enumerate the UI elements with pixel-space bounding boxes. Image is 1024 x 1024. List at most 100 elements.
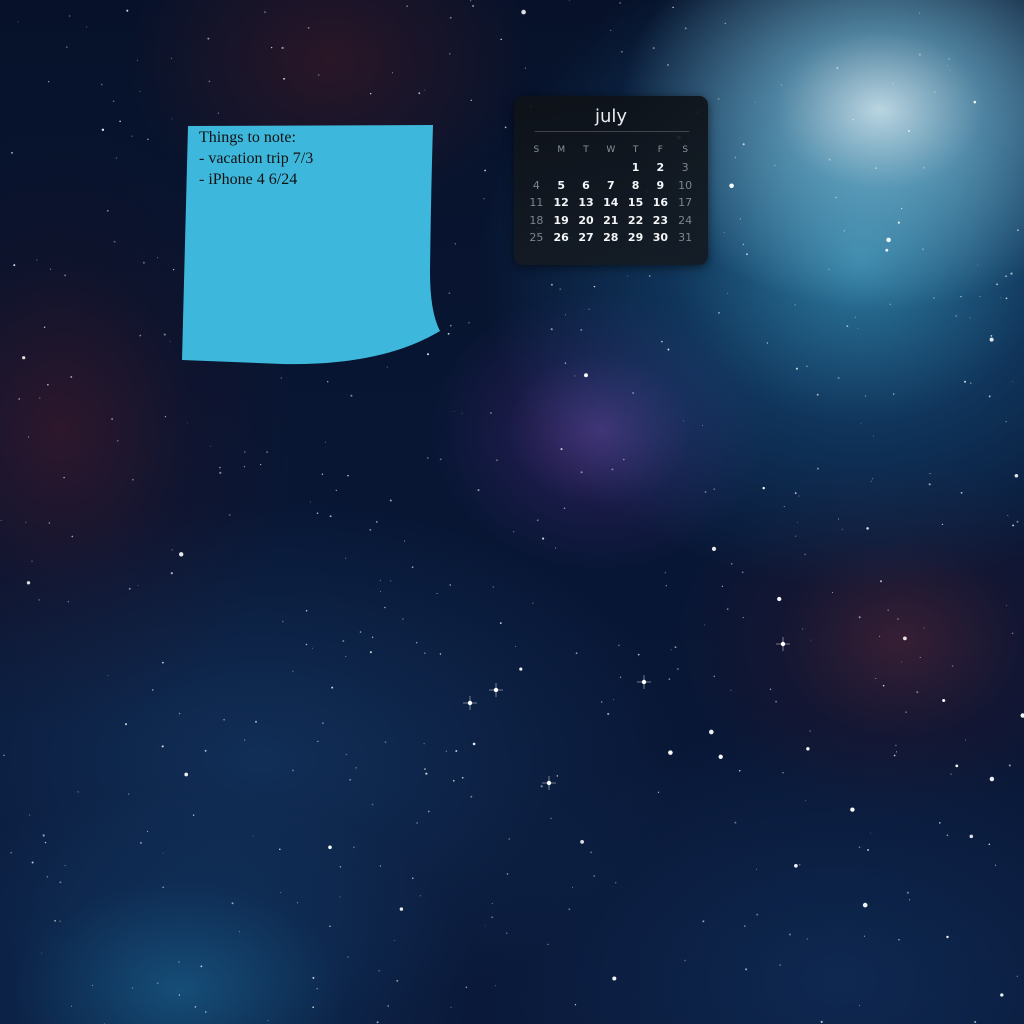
star xyxy=(281,620,284,623)
star xyxy=(756,913,759,916)
star xyxy=(424,89,426,91)
star xyxy=(886,237,891,243)
star xyxy=(350,394,353,397)
star xyxy=(887,609,890,612)
calendar-day: 25 xyxy=(529,230,544,244)
star xyxy=(832,592,834,593)
star xyxy=(492,586,494,588)
calendar-day: 22 xyxy=(627,213,644,227)
star xyxy=(100,83,103,86)
star xyxy=(449,584,451,586)
star xyxy=(252,835,254,837)
star xyxy=(163,333,166,336)
star xyxy=(780,84,783,86)
star xyxy=(672,6,674,9)
star xyxy=(70,375,73,378)
star xyxy=(593,285,596,288)
calendar-widget[interactable]: july S M T W T F S 1 2 3 4 5 6 7 8 9 10 … xyxy=(514,96,708,265)
star xyxy=(329,925,331,927)
star xyxy=(612,976,617,981)
star xyxy=(513,531,515,533)
star xyxy=(893,754,896,757)
star xyxy=(335,489,337,491)
star xyxy=(850,807,855,812)
star xyxy=(378,970,380,972)
star xyxy=(979,296,981,298)
star xyxy=(873,435,874,437)
star xyxy=(65,46,68,48)
star xyxy=(311,647,313,649)
star xyxy=(124,723,128,726)
star xyxy=(345,656,347,658)
star xyxy=(192,814,195,817)
star xyxy=(470,0,472,2)
star xyxy=(783,506,785,507)
star xyxy=(452,779,455,782)
star xyxy=(64,865,66,867)
star xyxy=(754,101,756,103)
star xyxy=(219,466,221,469)
star xyxy=(796,521,798,524)
star xyxy=(746,253,748,256)
star xyxy=(942,698,946,703)
star xyxy=(866,527,869,530)
star xyxy=(450,324,452,327)
star xyxy=(327,381,329,383)
star xyxy=(769,688,772,690)
calendar-day: 12 xyxy=(553,196,569,210)
star xyxy=(574,1004,577,1006)
star xyxy=(292,769,294,772)
star xyxy=(137,585,139,587)
star xyxy=(835,196,837,199)
star xyxy=(47,383,49,386)
star xyxy=(204,749,207,752)
star xyxy=(506,932,508,934)
star xyxy=(162,661,164,664)
star xyxy=(411,566,414,568)
star xyxy=(386,366,388,368)
star xyxy=(806,747,810,751)
star xyxy=(1017,229,1019,231)
desktop[interactable]: Things to note: - vacation trip 7/3 - iP… xyxy=(0,0,1024,1024)
star xyxy=(738,769,741,772)
star xyxy=(611,468,614,471)
sparkle-star xyxy=(776,637,790,651)
star xyxy=(267,1019,269,1021)
star xyxy=(742,616,744,619)
star xyxy=(164,415,167,418)
star xyxy=(948,58,950,60)
star xyxy=(28,814,31,816)
sticky-note-text[interactable]: Things to note: - vacation trip 7/3 - iP… xyxy=(199,127,429,190)
calendar-day: 8 xyxy=(631,178,640,192)
star xyxy=(906,891,909,894)
sticky-note-widget[interactable]: Things to note: - vacation trip 7/3 - iP… xyxy=(182,122,442,366)
star xyxy=(867,849,870,851)
star xyxy=(892,82,894,84)
star xyxy=(974,1020,977,1024)
star xyxy=(477,489,480,492)
star xyxy=(950,773,952,775)
star xyxy=(1014,473,1019,478)
star xyxy=(684,959,686,962)
star xyxy=(702,920,705,923)
star xyxy=(1016,975,1018,977)
star xyxy=(329,515,332,518)
star xyxy=(204,1011,207,1013)
star xyxy=(580,840,584,844)
star xyxy=(280,891,282,894)
star xyxy=(918,12,921,14)
star xyxy=(718,312,720,314)
star xyxy=(846,325,849,327)
star xyxy=(423,743,425,745)
star xyxy=(1010,272,1013,275)
star xyxy=(820,1020,823,1023)
star xyxy=(701,424,704,427)
star xyxy=(161,745,164,748)
star xyxy=(711,546,717,552)
calendar-day: 4 xyxy=(532,178,540,192)
star xyxy=(324,441,326,443)
star xyxy=(880,580,882,583)
star xyxy=(126,9,129,12)
star xyxy=(667,348,670,351)
star xyxy=(907,129,911,132)
